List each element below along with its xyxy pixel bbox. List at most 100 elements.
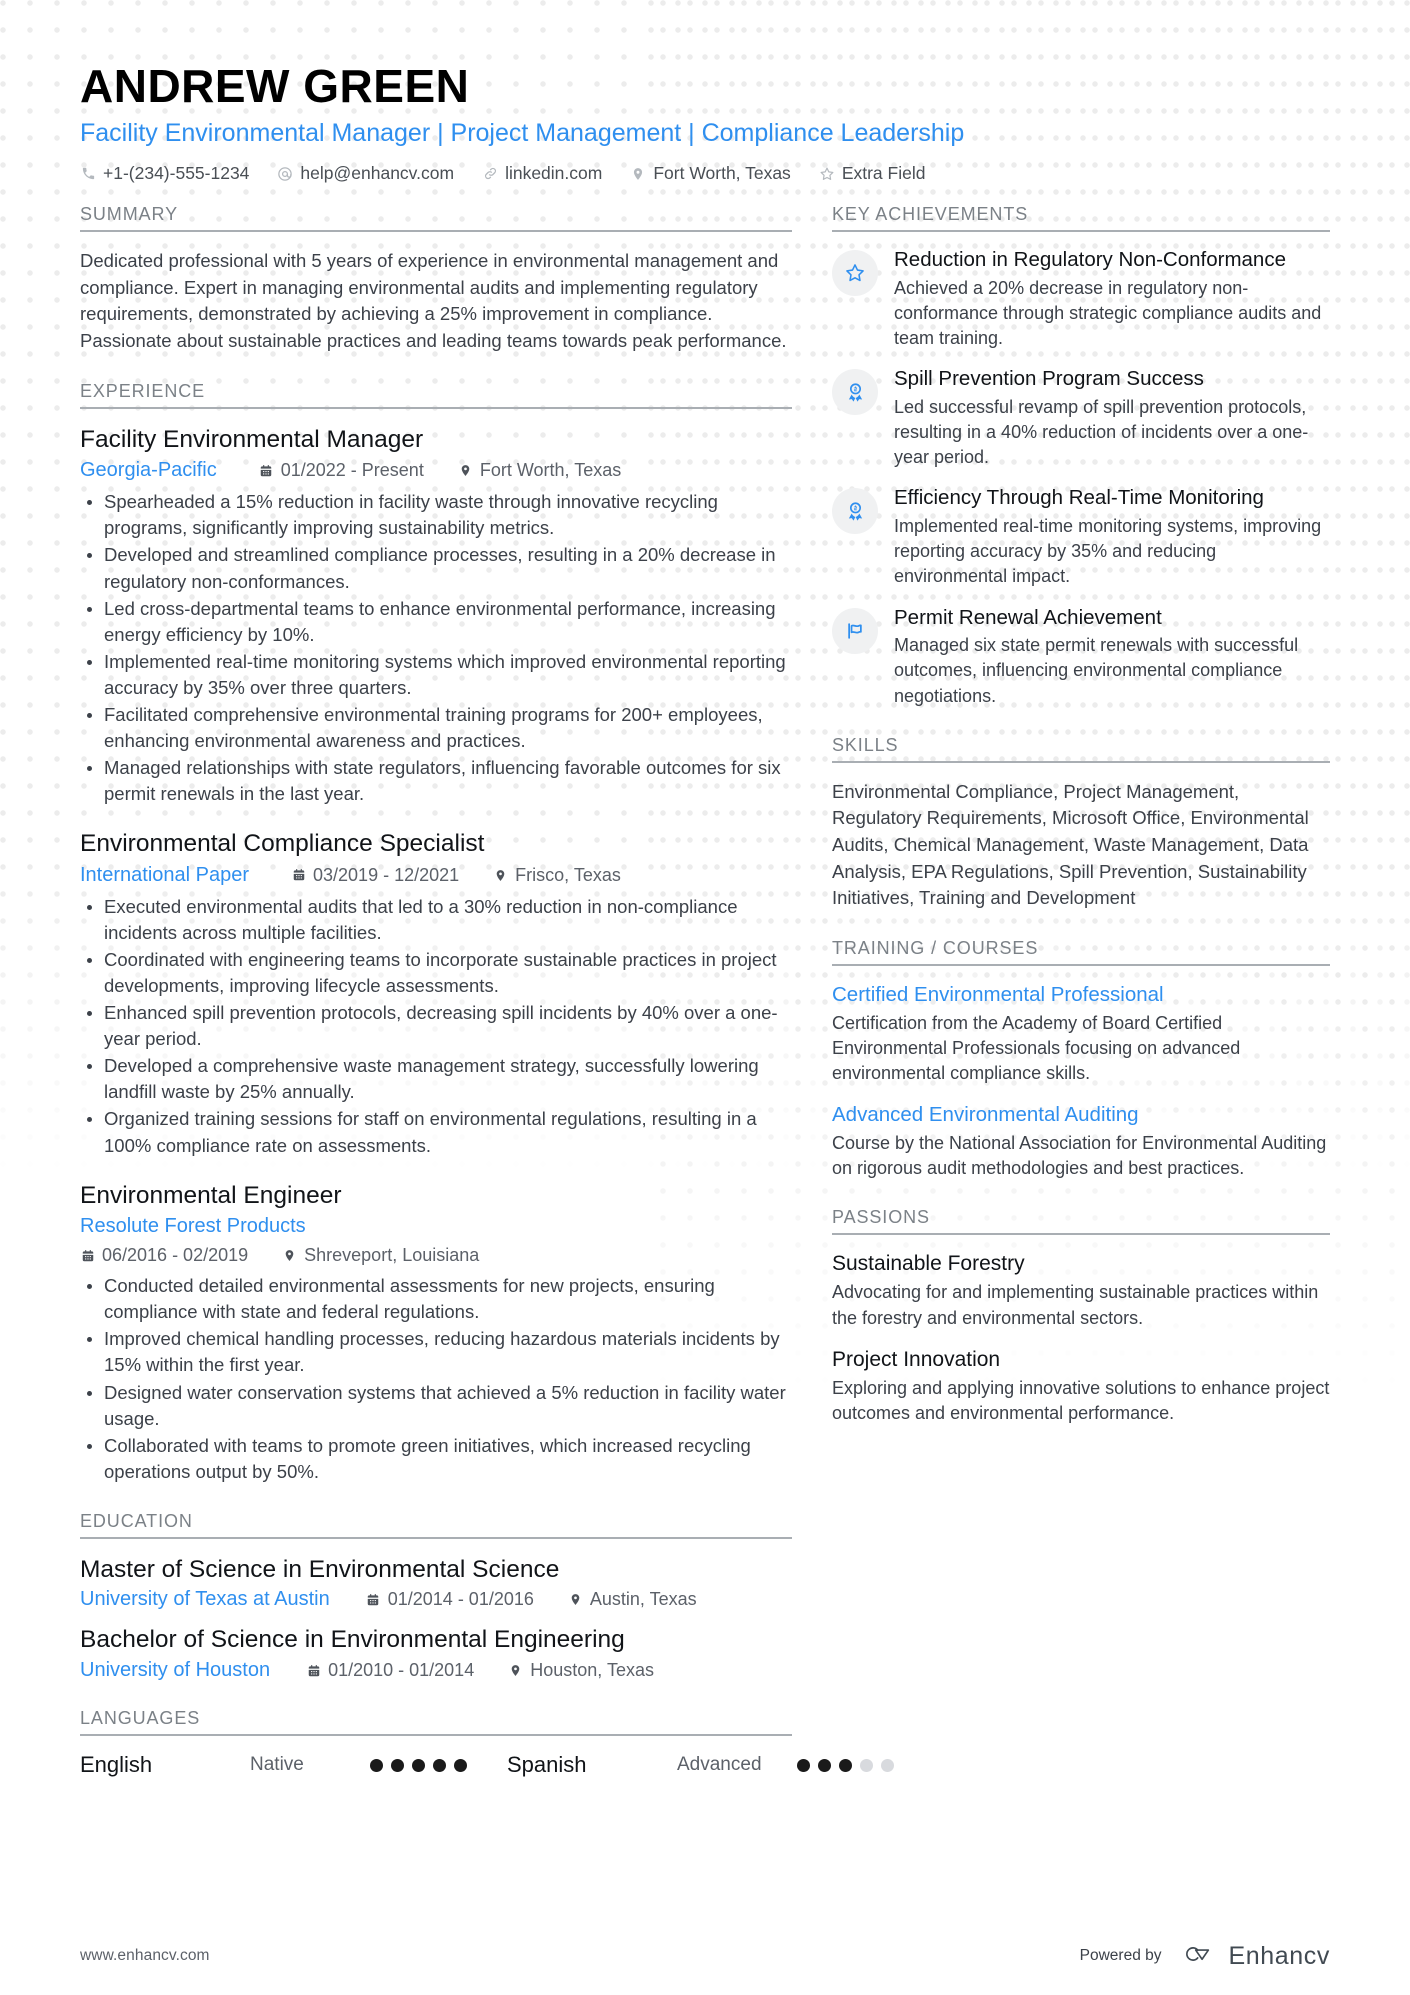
award-ribbon-icon bbox=[845, 382, 866, 403]
education-meta: University of Houston 01/2010 - 01/2014 bbox=[80, 1659, 792, 1682]
star-outline-icon bbox=[819, 166, 835, 182]
job-meta: International Paper 03/2019 - 12/2021 Fr… bbox=[80, 864, 792, 887]
left-column: SUMMARY Dedicated professional with 5 ye… bbox=[80, 204, 894, 1804]
contact-linkedin[interactable]: linkedin.com bbox=[482, 163, 602, 184]
skills-heading: SKILLS bbox=[832, 735, 1330, 763]
achievement-badge bbox=[832, 369, 878, 416]
job-bullet: Coordinated with engineering teams to in… bbox=[80, 947, 792, 999]
proficiency-dot bbox=[370, 1758, 383, 1772]
contact-row: +1-(234)-555-1234 help@enhancv.com linke… bbox=[80, 163, 1330, 184]
contact-email[interactable]: help@enhancv.com bbox=[277, 163, 454, 184]
footer-branding: Powered by Enhancv bbox=[1080, 1941, 1330, 1972]
section-experience: EXPERIENCE Facility Environmental Manage… bbox=[80, 381, 792, 1485]
achievement-badge bbox=[832, 250, 878, 297]
location-pin-icon bbox=[630, 166, 646, 182]
training-title[interactable]: Advanced Environmental Auditing bbox=[832, 1102, 1330, 1128]
achievement-item: Spill Prevention Program Success Led suc… bbox=[832, 367, 1330, 470]
section-skills: SKILLS Environmental Compliance, Project… bbox=[832, 735, 1330, 912]
training-title[interactable]: Certified Environmental Professional bbox=[832, 982, 1330, 1008]
job-location: Shreveport, Louisiana bbox=[282, 1245, 479, 1266]
job-company[interactable]: Resolute Forest Products bbox=[80, 1215, 306, 1238]
contact-phone[interactable]: +1-(234)-555-1234 bbox=[80, 163, 249, 184]
language-level: Advanced bbox=[677, 1754, 762, 1776]
job-bullet: Improved chemical handling processes, re… bbox=[80, 1326, 792, 1378]
education-item: Bachelor of Science in Environmental Eng… bbox=[80, 1625, 792, 1682]
achievement-body: Reduction in Regulatory Non-Conformance … bbox=[894, 248, 1330, 351]
achievement-title: Efficiency Through Real-Time Monitoring bbox=[894, 486, 1264, 510]
education-item: Master of Science in Environmental Scien… bbox=[80, 1555, 792, 1612]
summary-heading: SUMMARY bbox=[80, 204, 792, 233]
education-location: Houston, Texas bbox=[508, 1660, 654, 1681]
job-bullet: Developed a comprehensive waste manageme… bbox=[80, 1053, 792, 1105]
job-bullet: Spearheaded a 15% reduction in facility … bbox=[80, 489, 792, 541]
job-bullet: Designed water conservation systems that… bbox=[80, 1380, 792, 1432]
training-desc: Certification from the Academy of Board … bbox=[832, 1012, 1241, 1083]
education-degree: Master of Science in Environmental Scien… bbox=[80, 1555, 560, 1583]
job-location-text: Fort Worth, Texas bbox=[479, 460, 622, 481]
job-company[interactable]: Georgia-Pacific bbox=[80, 459, 217, 482]
contact-linkedin-text: linkedin.com bbox=[505, 163, 603, 184]
achievement-desc: Implemented real-time monitoring systems… bbox=[894, 516, 1322, 587]
achievement-desc: Achieved a 20% decrease in regulatory no… bbox=[894, 277, 1322, 349]
passion-item: Project Innovation Exploring and applyin… bbox=[832, 1347, 1330, 1427]
achievement-title: Reduction in Regulatory Non-Conformance bbox=[894, 248, 1286, 272]
key-achievements-heading: KEY ACHIEVEMENTS bbox=[832, 204, 1330, 233]
achievement-body: Efficiency Through Real-Time Monitoring … bbox=[894, 486, 1330, 589]
education-school[interactable]: University of Houston bbox=[80, 1659, 270, 1682]
calendar-icon bbox=[80, 1248, 95, 1263]
training-item: Certified Environmental Professional Cer… bbox=[832, 982, 1330, 1086]
job-meta: Georgia-Pacific 01/2022 - Present Fort W… bbox=[80, 459, 792, 482]
job-title: Environmental Compliance Specialist bbox=[80, 830, 485, 858]
contact-phone-text: +1-(234)-555-1234 bbox=[103, 163, 250, 184]
achievement-badge bbox=[832, 488, 878, 535]
achievement-badge bbox=[832, 607, 878, 654]
languages-row: English Native Spanish Advanced bbox=[80, 1752, 894, 1778]
education-degree: Bachelor of Science in Environmental Eng… bbox=[80, 1626, 625, 1654]
achievement-item: Permit Renewal Achievement Managed six s… bbox=[832, 606, 1330, 709]
enhancv-logo: Enhancv bbox=[1178, 1941, 1331, 1972]
education-location-text: Houston, Texas bbox=[530, 1660, 654, 1681]
experience-item: Environmental Engineer Resolute Forest P… bbox=[80, 1181, 792, 1485]
passion-item: Sustainable Forestry Advocating for and … bbox=[832, 1251, 1330, 1331]
proficiency-dot bbox=[454, 1758, 467, 1772]
language-name: Spanish bbox=[507, 1752, 587, 1778]
passion-title: Sustainable Forestry bbox=[832, 1252, 1025, 1276]
calendar-icon bbox=[366, 1592, 381, 1607]
achievement-desc: Led successful revamp of spill preventio… bbox=[894, 396, 1309, 468]
column-gap bbox=[792, 204, 832, 1804]
job-bullet: Managed relationships with state regulat… bbox=[80, 755, 792, 807]
education-school[interactable]: University of Texas at Austin bbox=[80, 1588, 330, 1611]
candidate-name: ANDREW GREEN bbox=[80, 60, 470, 112]
location-pin-icon bbox=[282, 1248, 297, 1263]
job-company[interactable]: International Paper bbox=[80, 864, 249, 887]
contact-location: Fort Worth, Texas bbox=[630, 163, 791, 184]
job-meta: Resolute Forest Products bbox=[80, 1215, 792, 1238]
job-bullet: Led cross-departmental teams to enhance … bbox=[80, 596, 792, 648]
job-location: Fort Worth, Texas bbox=[458, 460, 621, 481]
education-dates: 01/2010 - 01/2014 bbox=[306, 1660, 474, 1681]
training-heading: TRAINING / COURSES bbox=[832, 938, 1330, 966]
footer-url[interactable]: www.enhancv.com bbox=[80, 1947, 210, 1965]
job-bullet: Executed environmental audits that led t… bbox=[80, 894, 792, 946]
job-location: Frisco, Texas bbox=[493, 865, 621, 886]
calendar-icon bbox=[291, 868, 306, 883]
job-title: Environmental Engineer bbox=[80, 1181, 342, 1209]
experience-item: Environmental Compliance Specialist Inte… bbox=[80, 829, 792, 1158]
passion-desc: Exploring and applying innovative soluti… bbox=[832, 1377, 1330, 1424]
job-dates-text: 01/2022 - Present bbox=[280, 460, 424, 481]
powered-by-label: Powered by bbox=[1079, 1947, 1162, 1964]
training-item: Advanced Environmental Auditing Course b… bbox=[832, 1102, 1330, 1181]
job-bullets: Spearheaded a 15% reduction in facility … bbox=[80, 489, 792, 807]
page-footer: www.enhancv.com Powered by Enhancv bbox=[0, 1917, 1410, 1995]
resume-page: ANDREW GREEN Facility Environmental Mana… bbox=[0, 0, 1410, 1995]
proficiency-dot bbox=[412, 1758, 425, 1772]
achievement-item: Reduction in Regulatory Non-Conformance … bbox=[832, 248, 1330, 351]
skills-text: Environmental Compliance, Project Manage… bbox=[832, 780, 1309, 909]
resume-content: ANDREW GREEN Facility Environmental Mana… bbox=[0, 0, 1410, 1804]
right-column: KEY ACHIEVEMENTS Reduction in Regulatory… bbox=[832, 204, 1330, 1804]
resume-header: ANDREW GREEN Facility Environmental Mana… bbox=[80, 60, 1330, 184]
education-heading: EDUCATION bbox=[80, 1511, 792, 1539]
email-icon bbox=[277, 166, 293, 182]
job-dates-text: 03/2019 - 12/2021 bbox=[313, 864, 460, 885]
achievement-title: Spill Prevention Program Success bbox=[894, 367, 1204, 391]
